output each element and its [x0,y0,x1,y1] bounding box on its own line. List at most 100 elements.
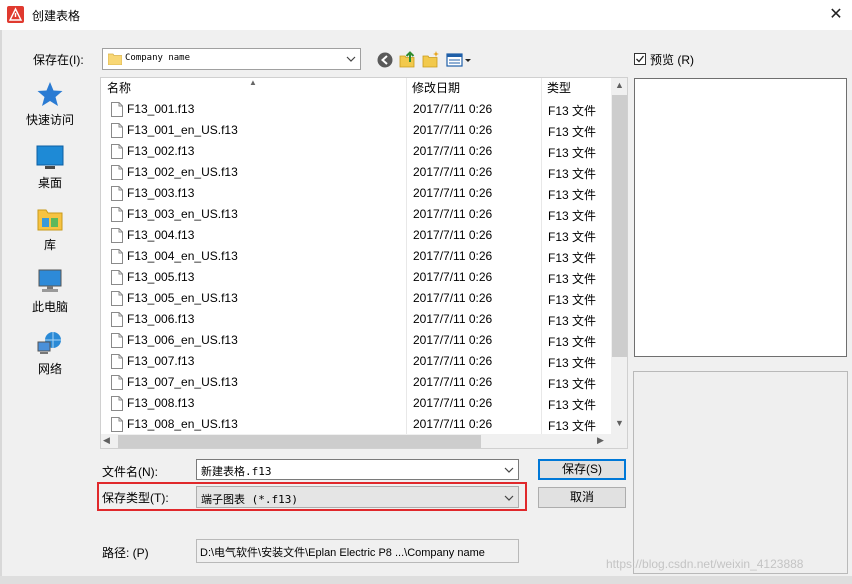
file-icon [111,249,123,264]
file-row[interactable]: F13_008.f13 2017/7/11 0:26 F13 文件 [101,393,611,414]
place-desktop[interactable]: 桌面 [15,143,85,191]
save-in-combo[interactable]: Company name [102,48,361,70]
chevron-down-icon[interactable] [344,51,358,67]
file-row[interactable]: F13_006_en_US.f13 2017/7/11 0:26 F13 文件 [101,330,611,351]
column-headers: 名称 ▲ 修改日期 类型 [101,78,611,99]
new-folder-icon[interactable] [422,50,440,68]
file-name: F13_008_en_US.f13 [127,417,238,431]
file-row[interactable]: F13_003_en_US.f13 2017/7/11 0:26 F13 文件 [101,204,611,225]
file-type: F13 文件 [548,251,597,265]
chevron-down-icon[interactable] [502,490,516,506]
file-row[interactable]: F13_001.f13 2017/7/11 0:26 F13 文件 [101,99,611,120]
watermark-text: https://blog.csdn.net/weixin_4123888 [606,557,804,571]
save-in-label: 保存在(I): [33,53,84,67]
file-date: 2017/7/11 0:26 [413,249,493,263]
file-row[interactable]: F13_008_en_US.f13 2017/7/11 0:26 F13 文件 [101,414,611,435]
scroll-left-icon[interactable]: ◀ [103,435,115,448]
file-row[interactable]: F13_007_en_US.f13 2017/7/11 0:26 F13 文件 [101,372,611,393]
file-icon [111,228,123,243]
folder-icon [108,53,122,65]
filename-value[interactable]: 新建表格.f13 [201,463,272,479]
file-row[interactable]: F13_002_en_US.f13 2017/7/11 0:26 F13 文件 [101,162,611,183]
file-date: 2017/7/11 0:26 [413,207,493,221]
file-row[interactable]: F13_006.f13 2017/7/11 0:26 F13 文件 [101,309,611,330]
path-value: D:\电气软件\安装文件\Eplan Electric P8 ...\Compa… [200,547,485,559]
up-folder-icon[interactable] [399,50,417,68]
column-header-type[interactable]: 类型 [541,78,611,99]
file-date: 2017/7/11 0:26 [413,270,493,284]
preview-checkbox[interactable] [634,53,646,65]
file-date: 2017/7/11 0:26 [413,333,493,347]
window-left-edge [0,30,2,584]
title-bar: 创建表格 ✕ [0,0,852,30]
file-row[interactable]: F13_007.f13 2017/7/11 0:26 F13 文件 [101,351,611,372]
file-type: F13 文件 [548,230,597,244]
file-row[interactable]: F13_004_en_US.f13 2017/7/11 0:26 F13 文件 [101,246,611,267]
place-network[interactable]: 网络 [15,329,85,377]
file-icon [111,312,123,327]
file-row[interactable]: F13_004.f13 2017/7/11 0:26 F13 文件 [101,225,611,246]
file-row[interactable]: F13_005.f13 2017/7/11 0:26 F13 文件 [101,267,611,288]
file-row[interactable]: F13_002.f13 2017/7/11 0:26 F13 文件 [101,141,611,162]
file-date: 2017/7/11 0:26 [413,375,493,389]
file-list[interactable]: 名称 ▲ 修改日期 类型 F13_001.f13 2017/7/11 0:26 F1… [100,77,628,449]
file-type: F13 文件 [548,125,597,139]
cancel-button[interactable]: 取消 [538,487,626,508]
place-quick-access[interactable]: 快速访问 [15,80,85,128]
quick-access-star-icon [37,82,63,106]
file-icon [111,354,123,369]
file-date: 2017/7/11 0:26 [413,417,493,431]
file-icon [111,144,123,159]
place-this-pc[interactable]: 此电脑 [15,267,85,315]
file-name: F13_002_en_US.f13 [127,165,238,179]
chevron-down-icon[interactable] [502,462,516,478]
file-name: F13_005_en_US.f13 [127,291,238,305]
file-icon [111,291,123,306]
file-name: F13_008.f13 [127,396,195,410]
file-row[interactable]: F13_003.f13 2017/7/11 0:26 F13 文件 [101,183,611,204]
file-name: F13_007.f13 [127,354,195,368]
scroll-up-icon[interactable]: ▲ [611,80,627,94]
computer-icon [38,269,62,292]
place-library[interactable]: 库 [15,205,85,253]
app-warning-icon [7,6,24,23]
file-row[interactable]: F13_001_en_US.f13 2017/7/11 0:26 F13 文件 [101,120,611,141]
save-type-label: 保存类型(T): [102,491,169,505]
scroll-down-icon[interactable]: ▼ [611,418,627,432]
close-icon[interactable]: ✕ [826,5,846,25]
file-date: 2017/7/11 0:26 [413,144,493,158]
path-label: 路径: (P) [102,546,149,560]
save-type-select[interactable]: 端子图表 (*.f13) [196,486,519,508]
file-type: F13 文件 [548,146,597,160]
horizontal-scroll-thumb[interactable] [118,435,481,448]
file-type: F13 文件 [548,377,597,391]
vertical-scrollbar[interactable]: ▲ ▼ [611,78,627,434]
file-name: F13_004.f13 [127,228,195,242]
save-button[interactable]: 保存(S) [538,459,626,480]
file-name: F13_006.f13 [127,312,195,326]
file-type: F13 文件 [548,398,597,412]
file-name: F13_007_en_US.f13 [127,375,238,389]
save-type-value: 端子图表 (*.f13) [201,493,298,506]
preview-label[interactable]: 预览 (R) [650,51,694,68]
file-name: F13_004_en_US.f13 [127,249,238,263]
file-icon [111,102,123,117]
library-icon [37,209,63,231]
horizontal-scrollbar[interactable]: ◀ ▶ [101,434,611,448]
file-name: F13_001_en_US.f13 [127,123,238,137]
vertical-scroll-thumb[interactable] [612,95,627,357]
back-icon[interactable] [376,51,394,69]
place-label: 快速访问 [25,113,74,127]
file-icon [111,333,123,348]
file-type: F13 文件 [548,209,597,223]
file-icon [111,270,123,285]
file-icon [111,123,123,138]
preview-info-pane [633,371,848,574]
scroll-right-icon[interactable]: ▶ [597,435,609,448]
file-date: 2017/7/11 0:26 [413,102,493,116]
views-menu-icon[interactable] [446,51,472,69]
file-row[interactable]: F13_005_en_US.f13 2017/7/11 0:26 F13 文件 [101,288,611,309]
window-title: 创建表格 [32,9,81,23]
column-header-date[interactable]: 修改日期 [406,78,541,99]
filename-field[interactable]: 新建表格.f13 [196,459,519,480]
